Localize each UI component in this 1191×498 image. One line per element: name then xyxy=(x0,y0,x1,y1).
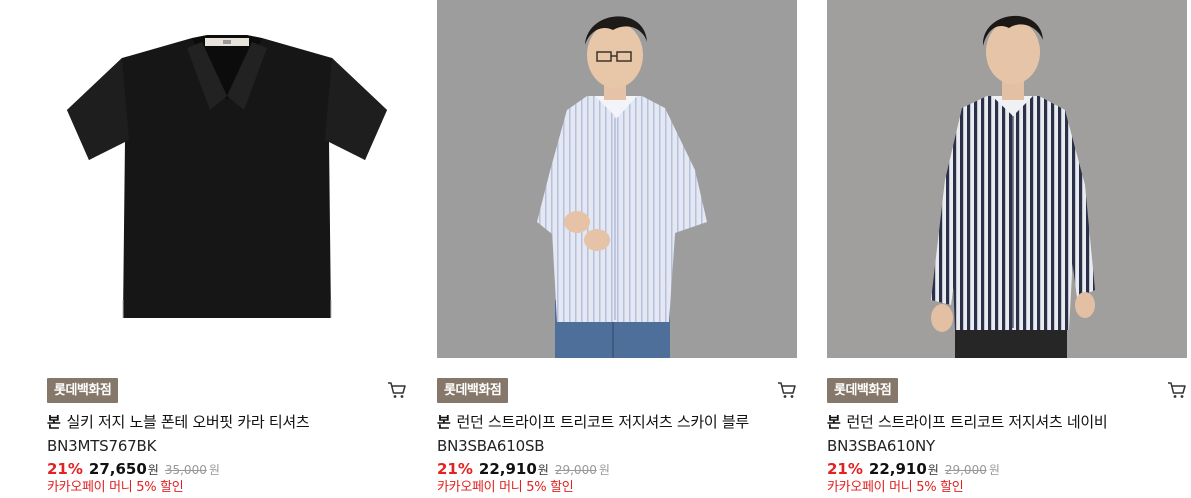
price-line: 21% 22,910원 29,000 원 xyxy=(827,459,1000,479)
product-name: 실키 저지 노블 폰테 오버핏 카라 티셔츠 xyxy=(66,413,310,431)
product-image[interactable] xyxy=(827,0,1187,358)
model-sky-blue-shirt-image xyxy=(437,0,797,358)
sale-price: 22,910 xyxy=(868,460,927,478)
price-unit: 원 xyxy=(147,463,159,477)
original-price: 29,000 xyxy=(944,463,987,477)
brand-name: 본 xyxy=(827,413,841,431)
price-unit: 원 xyxy=(927,463,939,477)
original-price-unit: 원 xyxy=(598,463,610,477)
cart-icon xyxy=(778,382,796,398)
cart-icon xyxy=(388,382,406,398)
discount-rate: 21% xyxy=(827,460,863,478)
cart-icon xyxy=(1168,382,1186,398)
promo-text: 카카오페이 머니 5% 할인 xyxy=(827,480,964,495)
product-title[interactable]: 본 실키 저지 노블 폰테 오버핏 카라 티셔츠 xyxy=(47,412,407,432)
brand-name: 본 xyxy=(47,413,61,431)
original-price: 29,000 xyxy=(554,463,597,477)
product-name: 런던 스트라이프 트리코트 저지셔츠 네이비 xyxy=(846,413,1108,431)
sale-price: 27,650 xyxy=(88,460,147,478)
promo-text: 카카오페이 머니 5% 할인 xyxy=(47,480,184,495)
original-price: 35,000 xyxy=(164,463,207,477)
original-price-unit: 원 xyxy=(988,463,1000,477)
store-badge: 롯데백화점 xyxy=(437,378,509,403)
model-navy-stripe-shirt-image xyxy=(827,0,1187,358)
discount-rate: 21% xyxy=(47,460,83,478)
discount-rate: 21% xyxy=(437,460,473,478)
price-line: 21% 27,650원 35,000 원 xyxy=(47,459,220,479)
product-image[interactable] xyxy=(47,0,407,358)
product-card[interactable]: 롯데백화점 본 실키 저지 노블 폰테 오버핏 카라 티셔츠 BN3MTS767B… xyxy=(47,0,407,498)
add-to-cart-button[interactable] xyxy=(387,380,407,400)
product-code: BN3SBA610SB xyxy=(437,437,545,455)
price-line: 21% 22,910원 29,000 원 xyxy=(437,459,610,479)
product-title[interactable]: 본 런던 스트라이프 트리코트 저지셔츠 네이비 xyxy=(827,412,1187,432)
store-badge: 롯데백화점 xyxy=(827,378,899,403)
brand-name: 본 xyxy=(437,413,451,431)
add-to-cart-button[interactable] xyxy=(1167,380,1187,400)
product-code: BN3SBA610NY xyxy=(827,437,935,455)
product-card[interactable]: 롯데백화점 본 런던 스트라이프 트리코트 저지셔츠 스카이 블루 BN3SBA6… xyxy=(437,0,797,498)
add-to-cart-button[interactable] xyxy=(777,380,797,400)
product-code: BN3MTS767BK xyxy=(47,437,157,455)
product-card[interactable]: 롯데백화점 본 런던 스트라이프 트리코트 저지셔츠 네이비 BN3SBA610N… xyxy=(827,0,1187,498)
price-unit: 원 xyxy=(537,463,549,477)
product-image[interactable] xyxy=(437,0,797,358)
original-price-unit: 원 xyxy=(208,463,220,477)
product-name: 런던 스트라이프 트리코트 저지셔츠 스카이 블루 xyxy=(456,413,750,431)
sale-price: 22,910 xyxy=(478,460,537,478)
product-title[interactable]: 본 런던 스트라이프 트리코트 저지셔츠 스카이 블루 xyxy=(437,412,797,432)
store-badge: 롯데백화점 xyxy=(47,378,119,403)
promo-text: 카카오페이 머니 5% 할인 xyxy=(437,480,574,495)
black-polo-shirt-image xyxy=(47,0,407,358)
